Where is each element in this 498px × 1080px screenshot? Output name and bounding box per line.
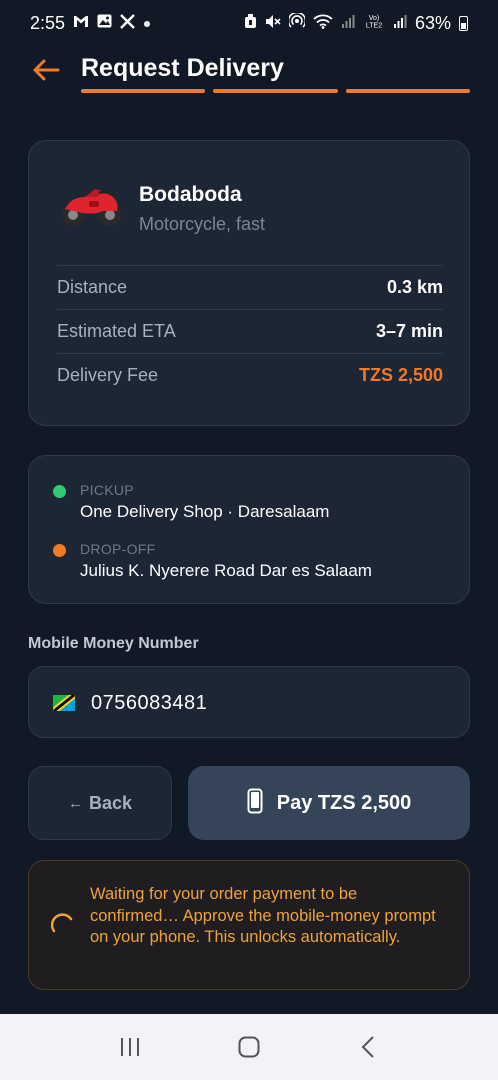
home-icon[interactable] <box>229 1027 269 1067</box>
progress-step-1 <box>81 89 205 93</box>
mobile-money-label: Mobile Money Number <box>28 635 199 652</box>
eta-label: Estimated ETA <box>57 321 176 341</box>
system-back-icon[interactable] <box>348 1027 388 1067</box>
distance-value: 0.3 km <box>386 277 443 297</box>
back-button-label: Back <box>88 792 133 813</box>
gallery-icon <box>97 14 112 32</box>
status-left: 2:55 <box>30 13 151 34</box>
back-button[interactable]: ← Back <box>28 766 172 840</box>
system-nav-bar <box>0 1014 498 1080</box>
tanzania-flag-icon <box>51 693 77 713</box>
vehicle-description: Motorcycle, fast <box>139 214 266 234</box>
status-right: Vo) LTE2 63% <box>244 11 468 34</box>
signal-icon <box>341 14 355 32</box>
recents-icon[interactable] <box>110 1027 150 1067</box>
signal-icon <box>393 14 407 32</box>
dropoff-value: Julius K. Nyerere Road Dar es Salaam <box>80 561 372 580</box>
motorcycle-icon <box>59 181 125 229</box>
phone-input[interactable] <box>91 685 451 721</box>
hotspot-icon <box>287 11 307 33</box>
status-bar: 2:55 Vo) LTE2 63% <box>0 0 498 46</box>
back-arrow-icon[interactable] <box>30 56 62 84</box>
dot-icon <box>143 15 151 32</box>
distance-label: Distance <box>57 277 128 297</box>
eta-row: Estimated ETA 3–7 min <box>57 309 443 353</box>
battery-percent: 63% <box>414 12 451 33</box>
spinner-icon <box>50 913 75 937</box>
pickup-label: PICKUP <box>80 482 134 498</box>
fee-value: TZS 2,500 <box>358 365 443 385</box>
dropoff-label: DROP-OFF <box>80 541 156 557</box>
svg-text:LTE2: LTE2 <box>366 23 382 30</box>
pay-button[interactable]: Pay TZS 2,500 <box>188 766 470 840</box>
route-card: PICKUP One Delivery Shop · Daresalaam DR… <box>28 455 470 604</box>
gmail-icon <box>73 15 89 32</box>
pickup-dot-icon <box>53 485 66 498</box>
pickup-value: One Delivery Shop · Daresalaam <box>80 502 330 521</box>
phone-icon <box>247 788 263 819</box>
payment-waiting-notice: Waiting for your order payment to be con… <box>28 860 470 990</box>
waiting-message: Waiting for your order payment to be con… <box>90 885 436 946</box>
mute-icon <box>265 14 281 33</box>
fee-row: Delivery Fee TZS 2,500 <box>57 353 443 397</box>
dropoff-dot-icon <box>53 544 66 557</box>
page-title: Request Delivery <box>81 54 284 82</box>
progress-step-2 <box>213 89 338 93</box>
mobile-money-field[interactable] <box>28 666 470 738</box>
wifi-icon <box>313 14 333 33</box>
battery-icon <box>459 15 468 31</box>
vehicle-name: Bodaboda <box>139 183 242 206</box>
svg-text:Vo): Vo) <box>369 15 380 22</box>
vehicle-card: Bodaboda Motorcycle, fast Distance 0.3 k… <box>28 140 470 426</box>
back-arrow-glyph: ← <box>67 794 83 812</box>
pay-button-label: Pay TZS 2,500 <box>276 791 412 814</box>
fee-label: Delivery Fee <box>57 365 159 385</box>
alarm-icon <box>244 13 257 33</box>
distance-row: Distance 0.3 km <box>57 265 443 309</box>
status-time: 2:55 <box>30 12 66 33</box>
eta-value: 3–7 min <box>375 321 443 341</box>
volte-icon: Vo) LTE2 <box>363 13 385 33</box>
progress-step-3 <box>346 89 470 93</box>
x-icon <box>120 13 135 33</box>
